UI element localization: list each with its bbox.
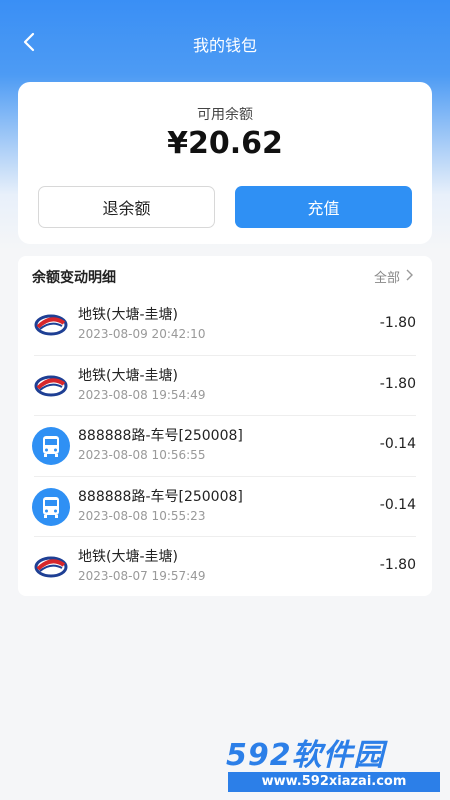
watermark-url: www.592xiazai.com	[228, 772, 440, 792]
watermark: 592软件园 www.592xiazai.com	[226, 730, 442, 796]
chevron-right-icon	[404, 269, 414, 285]
balance-amount: ¥20.62	[167, 126, 283, 161]
list-item[interactable]: 地铁(大塘-圭塘) 2023-08-08 19:54:49 -1.80	[18, 354, 432, 416]
metro-logo-icon	[32, 367, 70, 405]
list-item[interactable]: 888888路-车号[250008] 2023-08-08 10:56:55 -…	[18, 415, 432, 476]
metro-logo-icon	[32, 306, 70, 344]
bus-icon	[32, 487, 70, 526]
balance-details-card: 余额变动明细 全部 地铁(大塘-圭塘) 2023-08-09 20:42:10 …	[18, 256, 432, 596]
item-name: 888888路-车号[250008]	[78, 428, 243, 444]
bus-icon	[32, 427, 70, 465]
details-header: 余额变动明细 全部	[18, 256, 432, 294]
list-item[interactable]: 地铁(大塘-圭塘) 2023-08-09 20:42:10 -1.80	[18, 294, 432, 355]
page-title: 我的钱包	[192, 36, 257, 55]
item-amount: -1.80	[379, 315, 416, 331]
item-amount: -0.14	[379, 496, 416, 513]
item-time: 2023-08-08 10:55:23	[78, 508, 206, 523]
item-name: 地铁(大塘-圭塘)	[78, 549, 178, 565]
item-name: 地铁(大塘-圭塘)	[78, 307, 178, 323]
list-item[interactable]: 地铁(大塘-圭塘) 2023-08-07 19:57:49 -1.80	[18, 536, 432, 597]
list-item[interactable]: 888888路-车号[250008] 2023-08-08 10:55:23 -…	[18, 475, 432, 537]
item-time: 2023-08-07 19:57:49	[78, 569, 206, 583]
balance-card: 可用余额 ¥20.62 退余额 充值	[18, 82, 432, 244]
watermark-brand: 592软件园	[226, 738, 385, 773]
balance-label: 可用余额	[197, 107, 253, 123]
transaction-list: 地铁(大塘-圭塘) 2023-08-09 20:42:10 -1.80 地铁(大…	[18, 294, 432, 597]
details-title: 余额变动明细	[32, 270, 116, 286]
view-all-link[interactable]: 全部	[374, 267, 414, 286]
view-all-label: 全部	[373, 271, 400, 286]
item-amount: -0.14	[379, 436, 416, 452]
item-time: 2023-08-08 19:54:49	[78, 387, 206, 402]
metro-logo-icon	[32, 548, 70, 586]
recharge-button[interactable]: 充值	[235, 186, 412, 228]
item-time: 2023-08-08 10:56:55	[78, 448, 206, 462]
refund-balance-button[interactable]: 退余额	[38, 186, 215, 228]
top-bar: 我的钱包	[0, 22, 450, 62]
item-amount: -1.80	[379, 557, 416, 573]
item-name: 888888路-车号[250008]	[78, 488, 243, 505]
item-name: 地铁(大塘-圭塘)	[78, 367, 178, 384]
item-time: 2023-08-09 20:42:10	[78, 327, 206, 341]
item-amount: -1.80	[379, 375, 416, 392]
